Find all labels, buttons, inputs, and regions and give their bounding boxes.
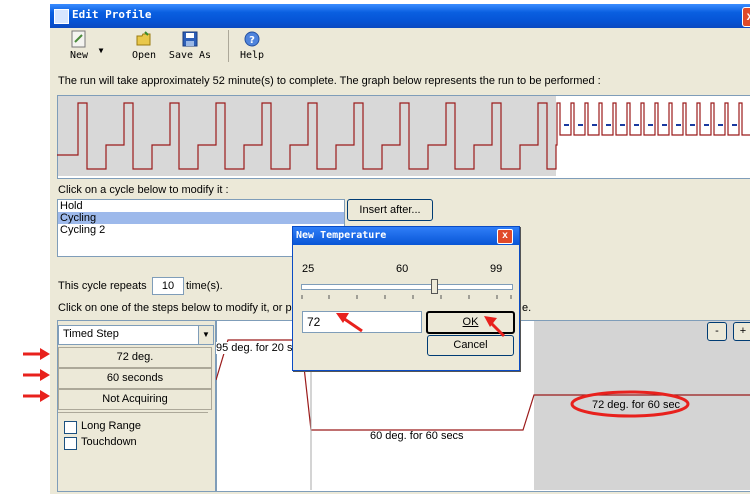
new-button[interactable]: New <box>64 30 94 61</box>
new-icon <box>71 30 86 48</box>
dialog-close-button[interactable]: x <box>497 229 513 244</box>
svg-text:?: ? <box>249 35 255 46</box>
panel-divider <box>58 412 208 413</box>
repeats-suffix: time(s). <box>186 280 223 292</box>
step2-label[interactable]: 60 deg. for 60 secs <box>370 430 464 442</box>
insert-after-button[interactable]: Insert after... <box>347 199 433 221</box>
arrow-right-icon <box>23 369 50 381</box>
step-type-select[interactable]: Timed Step ▼ <box>58 325 214 345</box>
step-type-value: Timed Step <box>63 328 119 340</box>
acquiring-button[interactable]: Not Acquiring <box>58 389 212 410</box>
dialog-title: New Temperature <box>296 230 387 241</box>
window-close-button[interactable]: x <box>742 7 750 27</box>
open-folder-icon <box>136 31 151 46</box>
ok-button[interactable]: OK <box>426 311 515 334</box>
ok-label: OK <box>462 316 479 328</box>
arrow-right-icon <box>23 390 50 402</box>
cycle-item-cycling[interactable]: Cycling <box>58 212 344 224</box>
step1-label[interactable]: 95 deg. for 20 s <box>216 342 293 354</box>
window-title: Edit Profile <box>72 8 152 21</box>
chevron-down-icon: ▼ <box>198 326 213 344</box>
step3-label[interactable]: 72 deg. for 60 sec <box>592 399 680 411</box>
repeats-input[interactable]: 10 <box>152 277 184 295</box>
slider-max-label: 99 <box>490 263 503 275</box>
save-as-label: Save As <box>168 50 212 61</box>
temperature-input[interactable]: 72 <box>302 311 422 333</box>
long-range-label: Long Range <box>81 420 141 432</box>
new-label: New <box>69 50 89 61</box>
temperature-slider-track[interactable] <box>301 284 513 290</box>
run-profile-trace <box>57 102 750 170</box>
help-icon: ? <box>244 31 260 47</box>
slider-mid-label: 60 <box>396 263 409 275</box>
steps-prompt: Click on one of the steps below to modif… <box>58 302 296 314</box>
temperature-slider-thumb[interactable] <box>431 279 439 294</box>
help-label: Help <box>239 50 265 61</box>
new-temperature-dialog: New Temperature x 25 60 99 72 OK Cancel <box>292 226 520 371</box>
duration-button[interactable]: 60 seconds <box>58 368 212 389</box>
new-dropdown-arrow[interactable]: ▼ <box>96 46 106 55</box>
open-label: Open <box>131 50 157 61</box>
dialog-titlebar: New Temperature x <box>293 227 519 245</box>
temperature-input-value: 72 <box>307 315 321 329</box>
repeats-prefix: This cycle repeats <box>58 280 147 292</box>
slider-min-label: 25 <box>302 263 315 275</box>
steps-prompt-end: e. <box>522 302 532 314</box>
open-button[interactable]: Open <box>128 30 160 61</box>
add-step-button[interactable]: + <box>733 322 750 341</box>
toolbar-separator <box>228 30 229 62</box>
cycle-item-hold[interactable]: Hold <box>58 200 344 212</box>
long-range-checkbox[interactable] <box>64 421 77 434</box>
touchdown-checkbox[interactable] <box>64 437 77 450</box>
save-floppy-icon <box>182 31 198 47</box>
cycle-prompt: Click on a cycle below to modify it : <box>58 184 229 196</box>
slider-ticks <box>301 295 512 299</box>
cancel-button[interactable]: Cancel <box>427 335 514 356</box>
run-info-text: The run will take approximately 52 minut… <box>58 75 601 87</box>
remove-step-button[interactable]: - <box>707 322 727 341</box>
save-as-button[interactable]: Save As <box>164 30 216 61</box>
touchdown-label: Touchdown <box>81 436 137 448</box>
help-button[interactable]: ? Help <box>236 30 268 61</box>
app-icon <box>54 9 69 24</box>
window-titlebar: Edit Profile <box>50 4 750 28</box>
arrow-right-icon <box>23 348 50 360</box>
temperature-button[interactable]: 72 deg. <box>58 347 212 368</box>
